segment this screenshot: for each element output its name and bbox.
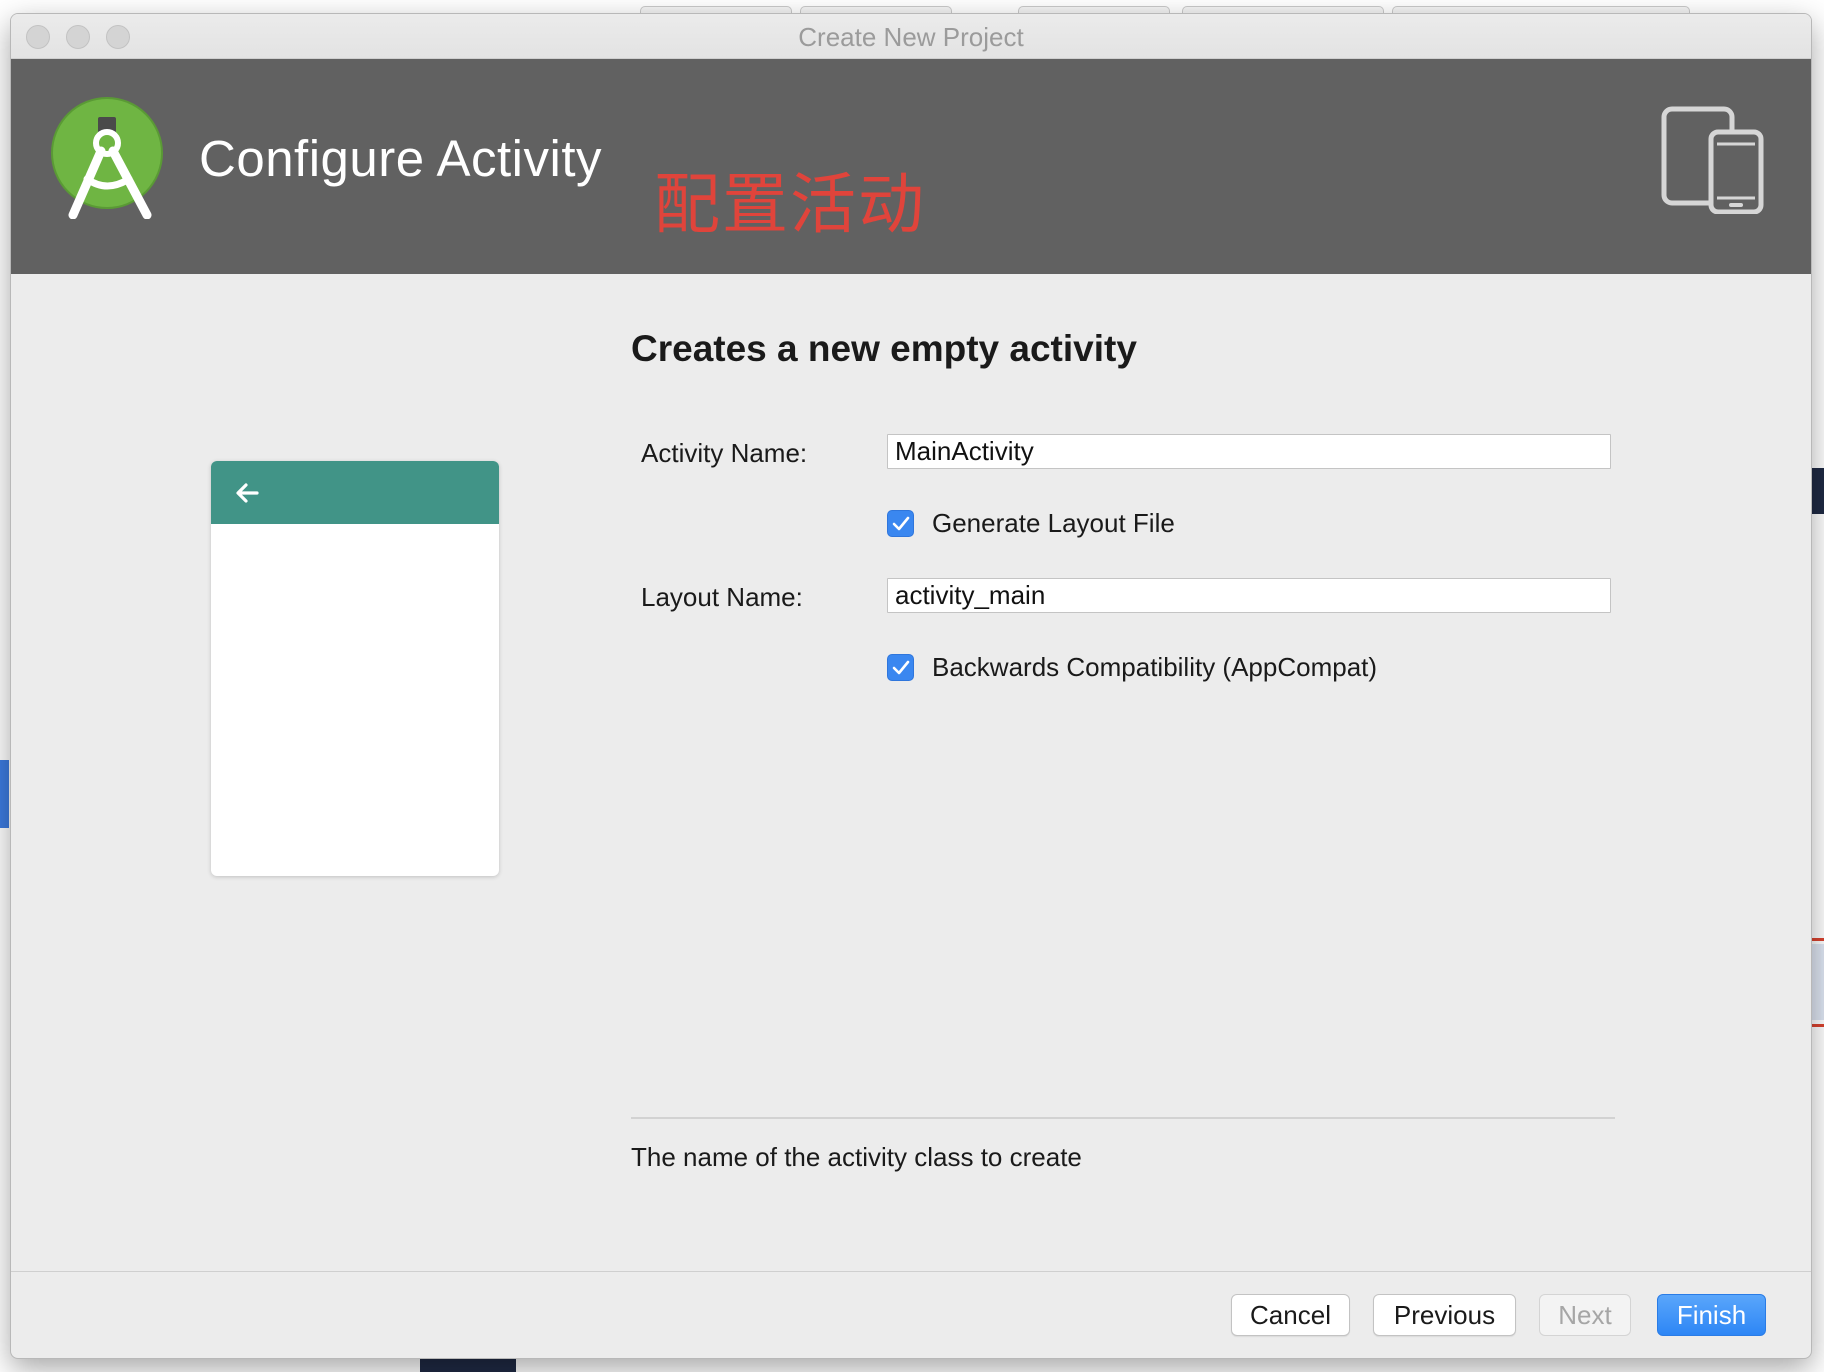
backwards-compat-checkbox-row[interactable]: Backwards Compatibility (AppCompat) [887, 652, 1377, 683]
backwards-compat-checkbox[interactable] [887, 654, 914, 681]
chinese-annotation: 配置活动 [654, 166, 926, 243]
cancel-button[interactable]: Cancel [1231, 1294, 1350, 1336]
activity-name-label: Activity Name: [641, 438, 808, 468]
arrow-back-icon [236, 483, 259, 503]
create-project-dialog: Create New Project Configure Activity 配置… [10, 13, 1812, 1359]
checkmark-icon [892, 660, 909, 674]
header-banner: Configure Activity 配置活动 [11, 59, 1811, 274]
window-title: Create New Project [798, 22, 1024, 52]
finish-button[interactable]: Finish [1657, 1294, 1766, 1336]
phone-tablet-devices-icon [1661, 106, 1764, 214]
background-line [1812, 1024, 1824, 1027]
android-studio-logo-icon [51, 97, 163, 219]
background-panel [1812, 944, 1824, 1020]
footer-divider [11, 1271, 1811, 1272]
activity-preview [211, 461, 499, 876]
previous-button[interactable]: Previous [1373, 1294, 1516, 1336]
next-button[interactable]: Next [1539, 1294, 1631, 1336]
title-bar: Create New Project [11, 14, 1811, 59]
activity-name-input[interactable] [887, 434, 1611, 469]
preview-app-bar [211, 461, 499, 524]
generate-layout-checkbox[interactable] [887, 510, 914, 537]
background-selection [0, 760, 9, 828]
generate-layout-label: Generate Layout File [932, 508, 1175, 538]
help-text: The name of the activity class to create [631, 1142, 1082, 1172]
content-area: Creates a new empty activity Activity Na… [11, 274, 1811, 1284]
checkmark-icon [892, 516, 909, 530]
backwards-compat-label: Backwards Compatibility (AppCompat) [932, 652, 1378, 682]
background-line [1812, 938, 1824, 941]
page-title: Configure Activity [199, 130, 603, 187]
background-panel [1812, 468, 1824, 514]
generate-layout-checkbox-row[interactable]: Generate Layout File [887, 508, 1175, 539]
layout-name-input[interactable] [887, 578, 1611, 613]
divider [631, 1117, 1615, 1119]
layout-name-label: Layout Name: [641, 582, 803, 612]
form-heading: Creates a new empty activity [631, 328, 1137, 369]
